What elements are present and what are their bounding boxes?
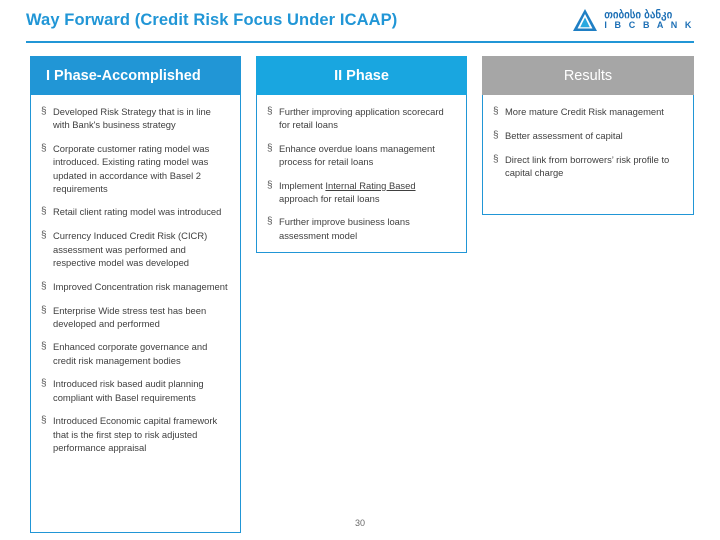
logo-latin-text: I B C B A N K — [604, 19, 694, 30]
column-2-heading-label: II Phase — [334, 67, 389, 84]
list-item: § Currency Induced Credit Risk (CICR) as… — [39, 229, 230, 269]
list-item-text: Introduced risk based audit planning com… — [53, 378, 204, 403]
bullet-icon: § — [41, 304, 47, 316]
bullet-icon: § — [41, 106, 47, 117]
internal-rating-based-link[interactable]: Internal Rating Based — [325, 180, 415, 191]
list-item: § Better assessment of capital — [491, 129, 683, 143]
bullet-icon: § — [267, 216, 273, 228]
bullet-icon: § — [493, 130, 499, 141]
list-item: § Enterprise Wide stress test has been d… — [39, 304, 230, 331]
bullet-icon: § — [41, 341, 47, 353]
list-item-text: Corporate customer rating model was intr… — [53, 142, 210, 195]
slide-header: Way Forward (Credit Risk Focus Under ICA… — [0, 0, 720, 46]
column-3-header: Results — [482, 56, 694, 95]
list-item: § Enhance overdue loans management proce… — [265, 142, 456, 169]
bullet-icon: § — [267, 106, 273, 117]
list-item-with-link: § Implement Internal Rating Based approa… — [265, 179, 456, 206]
bullet-icon: § — [267, 179, 273, 191]
column-1-body: § Developed Risk Strategy that is in lin… — [30, 95, 241, 533]
column-1-header: I Phase-Accomplished — [30, 56, 241, 95]
list-item-text: Enterprise Wide stress test has been dev… — [53, 304, 207, 330]
bullet-icon: § — [41, 230, 47, 242]
list-item-text: Further improving application scorecard … — [279, 106, 444, 131]
column-phase-2: II Phase § Further improving application… — [256, 56, 467, 253]
list-item-text: Direct link from borrowers’ risk profile… — [505, 154, 670, 179]
list-item: § More mature Credit Risk management — [491, 105, 683, 119]
list-item: § Direct link from borrowers’ risk profi… — [491, 153, 683, 180]
bullet-icon: § — [41, 378, 47, 390]
bullet-icon: § — [41, 280, 47, 292]
list-item-text: Introduced Economic capital framework th… — [53, 415, 218, 453]
list-item: § Corporate customer rating model was in… — [39, 142, 230, 196]
bullet-icon: § — [41, 142, 47, 154]
column-results: Results § More mature Credit Risk manage… — [482, 56, 694, 215]
list-item: § Further improving application scorecar… — [265, 105, 456, 132]
column-1-heading-label: I Phase-Accomplished — [46, 67, 201, 84]
list-item-text: Further improve business loans assessmen… — [279, 216, 410, 241]
bullet-icon: § — [41, 206, 47, 218]
list-item: § Improved Concentration risk management — [39, 280, 230, 294]
list-item-text: Enhance overdue loans management process… — [279, 142, 435, 168]
column-phase-1: I Phase-Accomplished § Developed Risk St… — [30, 56, 241, 533]
bullet-icon: § — [493, 154, 499, 165]
list-item-text: Implement Internal Rating Based approach… — [279, 179, 456, 206]
logo-text: თიბისი ბანკი I B C B A N K — [604, 9, 694, 30]
list-item: § Enhanced corporate governance and cred… — [39, 340, 230, 367]
column-3-body: § More mature Credit Risk management § B… — [482, 95, 694, 215]
list-item: § Introduced Economic capital framework … — [39, 414, 230, 454]
page-number: 30 — [354, 518, 365, 528]
list-item-text-suffix: approach for retail loans — [279, 193, 380, 205]
list-item: § Further improve business loans assessm… — [265, 215, 456, 242]
column-2-header: II Phase — [256, 56, 467, 95]
column-2-body: § Further improving application scorecar… — [256, 95, 467, 253]
column-3-heading-label: Results — [563, 67, 613, 84]
bullet-icon: § — [41, 415, 47, 427]
page-title: Way Forward (Credit Risk Focus Under ICA… — [26, 11, 398, 29]
list-item: § Retail client rating model was introdu… — [39, 205, 230, 219]
list-item: § Introduced risk based audit planning c… — [39, 377, 230, 404]
bullet-icon: § — [267, 142, 273, 154]
logo-triangle-icon — [572, 8, 598, 32]
bullet-icon: § — [493, 106, 499, 117]
list-item-text: Better assessment of capital — [505, 130, 623, 141]
list-item-text: More mature Credit Risk management — [505, 106, 664, 117]
bank-logo: თიბისი ბანკი I B C B A N K — [572, 8, 694, 32]
list-item-text: Retail client rating model was introduce… — [53, 206, 222, 218]
list-item-text-prefix: Implement — [279, 179, 326, 191]
list-item-text: Currency Induced Credit Risk (CICR) asse… — [53, 230, 208, 269]
list-item-text: Developed Risk Strategy that is in line … — [53, 106, 211, 131]
list-item-text: Improved Concentration risk management — [53, 280, 228, 292]
header-divider — [26, 41, 694, 43]
list-item-text: Enhanced corporate governance and credit… — [53, 341, 208, 366]
list-item: § Developed Risk Strategy that is in lin… — [39, 105, 230, 132]
